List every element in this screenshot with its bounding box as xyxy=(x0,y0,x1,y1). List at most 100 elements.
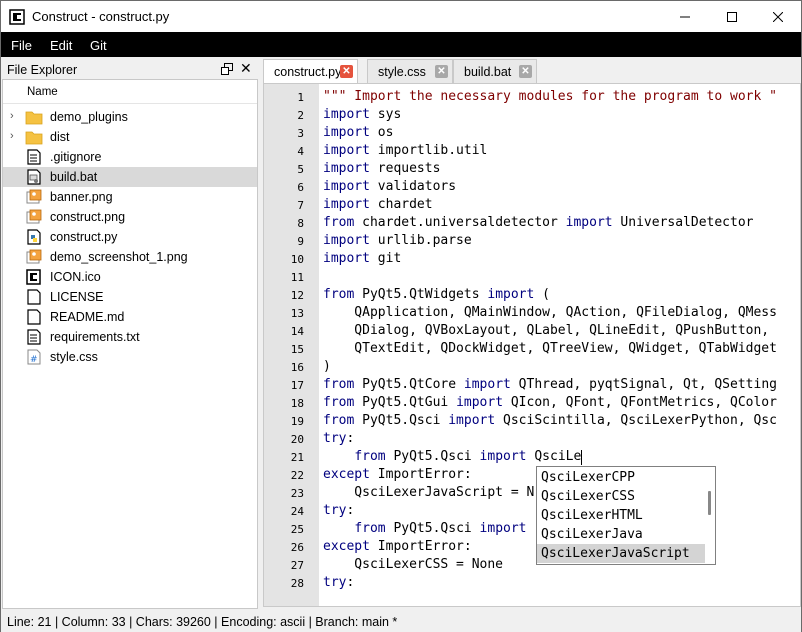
title-bar[interactable]: Construct - construct.py xyxy=(1,1,801,32)
tree-file-item[interactable]: # style.css xyxy=(3,347,257,367)
text-cursor xyxy=(581,450,582,465)
code-line[interactable]: try: xyxy=(323,431,354,446)
tree-file-item[interactable]: demo_screenshot_1.png xyxy=(3,247,257,267)
line-number: 12 xyxy=(290,289,304,302)
code-line[interactable]: from PyQt5.QtCore import QThread, pyqtSi… xyxy=(323,377,777,392)
tab-close-icon[interactable]: ✕ xyxy=(340,65,353,78)
line-number: 1 xyxy=(297,91,304,104)
tree-file-item[interactable]: requirements.txt xyxy=(3,327,257,347)
tab-build-bat[interactable]: build.bat ✕ xyxy=(453,59,537,83)
code-line[interactable]: import os xyxy=(323,125,393,140)
code-line[interactable]: from PyQt5.QtWidgets import ( xyxy=(323,287,550,302)
tree-folder-item[interactable]: › demo_plugins xyxy=(3,107,257,127)
close-icon xyxy=(773,11,783,22)
tree-file-item[interactable]: .gitignore xyxy=(3,147,257,167)
tree-item-label: requirements.txt xyxy=(50,330,140,344)
line-number: 28 xyxy=(290,577,304,590)
tree-file-item[interactable]: ICON.ico xyxy=(3,267,257,287)
code-line[interactable]: import importlib.util xyxy=(323,143,487,158)
menu-edit[interactable]: Edit xyxy=(50,38,72,53)
code-line[interactable]: ) xyxy=(323,359,331,374)
close-dock-icon[interactable]: ✕ xyxy=(240,60,252,77)
tree-item-label: build.bat xyxy=(50,170,98,184)
code-line[interactable]: import validators xyxy=(323,179,456,194)
code-line[interactable]: QDialog, QVBoxLayout, QLabel, QLineEdit,… xyxy=(323,323,769,338)
tree-item-label: .gitignore xyxy=(50,150,102,164)
menu-file[interactable]: File xyxy=(11,38,32,53)
autocomplete-item[interactable]: QsciLexerHTML xyxy=(537,506,705,525)
close-button[interactable] xyxy=(755,1,801,32)
tree-file-item[interactable]: construct.py xyxy=(3,227,257,247)
line-number: 17 xyxy=(290,379,304,392)
tab-label: construct.py xyxy=(274,65,342,79)
code-line[interactable]: from PyQt5.Qsci import QsciScintilla, Qs… xyxy=(323,413,777,428)
tab-bar: construct.py ✕ style.css ✕ build.bat ✕ xyxy=(263,59,801,84)
tab-label: build.bat xyxy=(464,65,512,79)
dock-title: File Explorer xyxy=(7,63,78,77)
code-line[interactable]: try: xyxy=(323,575,354,590)
tab-label: style.css xyxy=(378,65,426,79)
autocomplete-item[interactable]: QsciLexerJavaScript xyxy=(537,544,705,563)
autocomplete-item[interactable]: QsciLexerJava xyxy=(537,525,705,544)
tab-close-icon[interactable]: ✕ xyxy=(435,65,448,78)
code-line[interactable]: QsciLexerCSS = None xyxy=(323,557,503,572)
status-bar: Line: 21 | Column: 33 | Chars: 39260 | E… xyxy=(1,610,801,632)
tree-file-item[interactable]: LICENSE xyxy=(3,287,257,307)
line-number: 15 xyxy=(290,343,304,356)
status-text: Line: 21 | Column: 33 | Chars: 39260 | E… xyxy=(7,615,398,629)
tree-item-label: ICON.ico xyxy=(50,270,101,284)
tree-header[interactable]: Name xyxy=(3,80,257,104)
tab-style-css[interactable]: style.css ✕ xyxy=(367,59,453,83)
code-line[interactable]: from PyQt5.Qsci import xyxy=(323,521,526,536)
autocomplete-item[interactable]: QsciLexerCPP xyxy=(537,468,705,487)
code-line[interactable]: QTextEdit, QDockWidget, QTreeView, QWidg… xyxy=(323,341,777,356)
tree-item-label: dist xyxy=(50,130,70,144)
tree-file-item[interactable]: construct.png xyxy=(3,207,257,227)
code-line[interactable]: QsciLexerJavaScript = N xyxy=(323,485,534,500)
tree-item-label: README.md xyxy=(50,310,125,324)
code-line[interactable]: import urllib.parse xyxy=(323,233,472,248)
minimize-button[interactable] xyxy=(662,1,708,32)
chevron-right-icon[interactable]: › xyxy=(10,130,14,142)
tab-close-icon[interactable]: ✕ xyxy=(519,65,532,78)
autocomplete-popup[interactable]: QsciLexerCPP QsciLexerCSS QsciLexerHTML Qsc… xyxy=(536,466,716,565)
chevron-right-icon[interactable]: › xyxy=(10,110,14,122)
code-line[interactable]: except ImportError: xyxy=(323,467,472,482)
autocomplete-scrollbar[interactable] xyxy=(708,491,711,515)
code-line[interactable]: QApplication, QMainWindow, QAction, QFil… xyxy=(323,305,777,320)
code-line[interactable]: import git xyxy=(323,251,401,266)
tree-file-item[interactable]: banner.png xyxy=(3,187,257,207)
menu-git[interactable]: Git xyxy=(90,38,107,53)
autocomplete-item[interactable]: QsciLexerCSS xyxy=(537,487,705,506)
line-number: 7 xyxy=(297,199,304,212)
tree-item-label: demo_plugins xyxy=(50,110,128,124)
line-number: 4 xyxy=(297,145,304,158)
tab-construct-py[interactable]: construct.py ✕ xyxy=(263,59,358,84)
tree-file-item[interactable]: README.md xyxy=(3,307,257,327)
image-file-icon xyxy=(26,189,42,204)
css-file-icon: # xyxy=(27,349,41,365)
maximize-button[interactable] xyxy=(709,1,755,32)
tree-file-item[interactable]: build.bat xyxy=(3,167,257,187)
line-number: 13 xyxy=(290,307,304,320)
name-column-header: Name xyxy=(27,86,58,98)
code-line[interactable]: import sys xyxy=(323,107,401,122)
code-line[interactable]: from PyQt5.Qsci import QsciLe xyxy=(323,449,581,464)
file-tree[interactable]: Name › demo_plugins › dist .gitignore build.b… xyxy=(2,79,258,609)
line-number: 20 xyxy=(290,433,304,446)
code-line[interactable]: except ImportError: xyxy=(323,539,472,554)
code-line[interactable]: from chardet.universaldetector import Un… xyxy=(323,215,754,230)
code-line[interactable]: import requests xyxy=(323,161,440,176)
line-number: 5 xyxy=(297,163,304,176)
code-line[interactable]: """ Import the necessary modules for the… xyxy=(323,89,777,104)
folder-icon xyxy=(25,131,43,145)
code-line[interactable]: import chardet xyxy=(323,197,433,212)
folder-icon xyxy=(25,111,43,125)
float-dock-icon[interactable] xyxy=(221,63,233,75)
code-line[interactable]: from PyQt5.QtGui import QIcon, QFont, QF… xyxy=(323,395,777,410)
tree-item-label: construct.py xyxy=(50,230,118,244)
code-line[interactable]: try: xyxy=(323,503,354,518)
tree-folder-item[interactable]: › dist xyxy=(3,127,257,147)
line-number: 16 xyxy=(290,361,304,374)
code-editor[interactable]: 1 2 3 4 5 6 7 8 9 10 11 12 13 14 15 16 17 18 19 20 21 22 23 24 2… xyxy=(263,83,801,607)
